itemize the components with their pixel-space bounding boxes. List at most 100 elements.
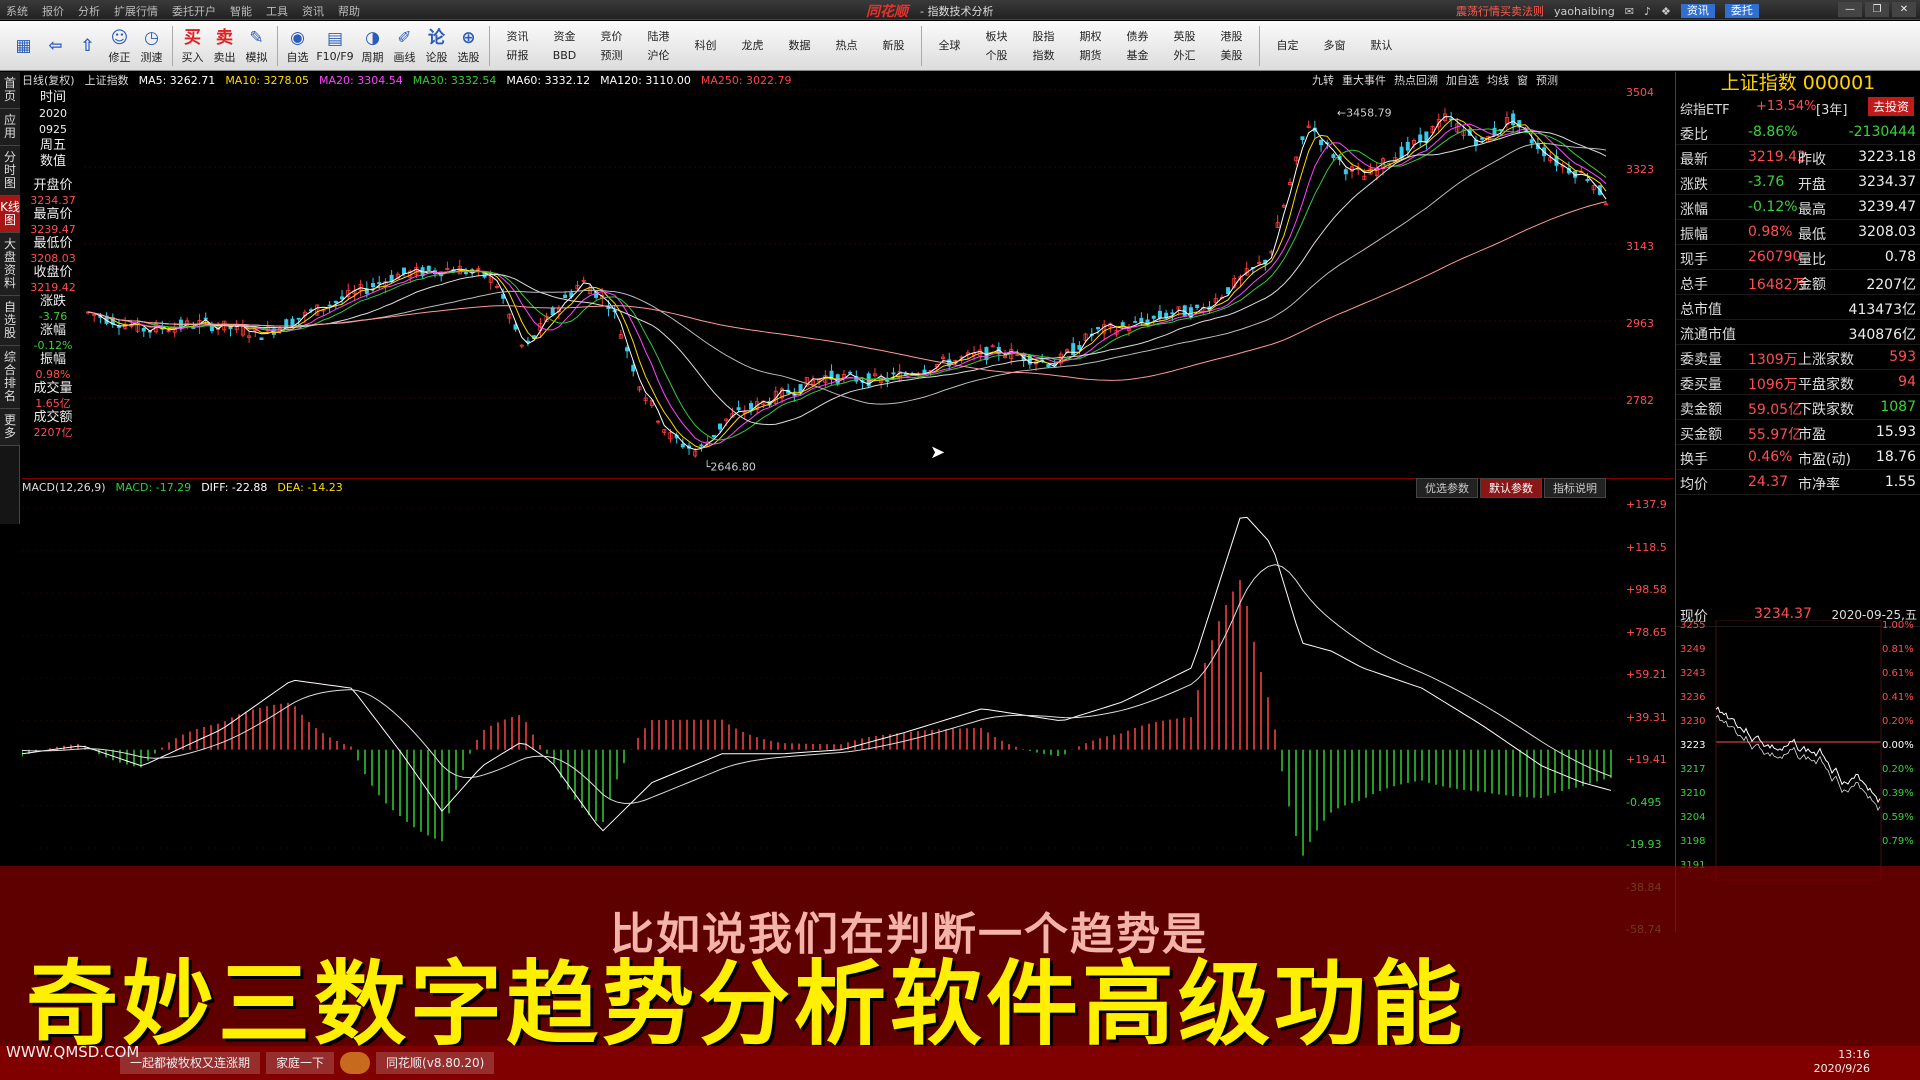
toolbar-group-bottom-1[interactable]: BBD	[553, 46, 577, 65]
toolbar-group-top-17[interactable]: 多窗	[1324, 36, 1346, 55]
toolbar-button-8[interactable]: ◉ 自选	[282, 27, 313, 65]
toolbar-group-top-7[interactable]: 热点	[836, 36, 858, 55]
bell-icon[interactable]: ♪	[1644, 5, 1651, 18]
taskbar-item-ths[interactable]: 同花顺(v8.80.20)	[376, 1052, 495, 1074]
toolbar-group-top-16[interactable]: 自定	[1277, 36, 1299, 55]
chart-tool-6[interactable]: 预测	[1536, 72, 1558, 88]
toolbar-group-17[interactable]: 多窗	[1311, 36, 1358, 55]
toolbar-group-bottom-12[interactable]: 期货	[1080, 46, 1102, 65]
toolbar-group-0[interactable]: 资讯 研报	[494, 27, 541, 65]
taskbar-item-2[interactable]: 家庭一下	[266, 1052, 335, 1074]
minimize-button[interactable]: —	[1838, 2, 1862, 17]
toolbar-group-top-14[interactable]: 英股	[1174, 27, 1196, 46]
toolbar-group-top-15[interactable]: 港股	[1221, 27, 1243, 46]
toolbar-button-11[interactable]: ✐ 画线	[389, 27, 420, 65]
toolbar-group-top-6[interactable]: 数据	[789, 36, 811, 55]
kline-chart[interactable]: ←3458.79 └2646.80	[84, 88, 1624, 478]
mail-icon[interactable]: ✉	[1625, 5, 1634, 18]
chart-tool-5[interactable]: 窗	[1517, 72, 1528, 88]
toolbar-button-9[interactable]: ▤ F10/F9	[314, 28, 356, 63]
macd-chart[interactable]	[22, 496, 1624, 926]
restore-button[interactable]: ❐	[1865, 2, 1889, 17]
toolbar-group-11[interactable]: 股指 指数	[1020, 27, 1067, 65]
toolbar-group-13[interactable]: 债券 基金	[1114, 27, 1161, 65]
toolbar-button-7[interactable]: ✎ 模拟	[241, 27, 272, 65]
toolbar-group-top-18[interactable]: 默认	[1371, 36, 1393, 55]
toolbar-group-3[interactable]: 陆港 沪伦	[635, 27, 682, 65]
menu-ext-market[interactable]: 扩展行情	[114, 3, 158, 19]
side-tab-6[interactable]: 综合排名	[0, 346, 20, 409]
toolbar-group-7[interactable]: 热点	[823, 36, 870, 55]
side-tab-2[interactable]: 分时图	[0, 146, 20, 196]
invest-button[interactable]: 去投资	[1867, 97, 1914, 116]
toolbar-group-bottom-3[interactable]: 沪伦	[648, 46, 670, 65]
side-tab-3[interactable]: K线图	[0, 196, 20, 233]
toolbar-group-4[interactable]: 科创	[682, 36, 729, 55]
toolbar-group-top-0[interactable]: 资讯	[507, 27, 529, 46]
side-tab-5[interactable]: 自选股	[0, 296, 20, 346]
toolbar-button-6[interactable]: 卖卖出	[209, 27, 240, 65]
toolbar-button-5[interactable]: 买买入	[177, 27, 208, 65]
taskbar-item-browser[interactable]: 一起都被牧权又连涨期	[120, 1052, 261, 1074]
side-tab-1[interactable]: 应用	[0, 109, 20, 146]
toolbar-group-10[interactable]: 板块 个股	[973, 27, 1020, 65]
menu-info[interactable]: 资讯	[302, 3, 324, 19]
toolbar-group-18[interactable]: 默认	[1358, 36, 1405, 55]
toolbar-group-5[interactable]: 龙虎	[729, 36, 776, 55]
menu-system[interactable]: 系统	[6, 3, 28, 19]
default-params-button[interactable]: 默认参数	[1480, 478, 1542, 498]
trade-button[interactable]: 委托	[1724, 4, 1759, 18]
toolbar-group-top-3[interactable]: 陆港	[648, 27, 670, 46]
toolbar-button-2[interactable]: ⇧	[72, 35, 103, 57]
toolbar-button-1[interactable]: ⇦	[40, 35, 71, 57]
toolbar-group-9[interactable]: 全球	[926, 36, 973, 55]
toolbar-group-bottom-11[interactable]: 指数	[1033, 46, 1055, 65]
menu-trade[interactable]: 委托开户	[172, 3, 216, 19]
indicator-help-button[interactable]: 指标说明	[1544, 478, 1606, 498]
toolbar-group-top-5[interactable]: 龙虎	[742, 36, 764, 55]
chart-tool-2[interactable]: 热点回溯	[1394, 72, 1438, 88]
chart-tool-4[interactable]: 均线	[1487, 72, 1509, 88]
news-button[interactable]: 资讯	[1680, 4, 1715, 18]
toolbar-group-15[interactable]: 港股 美股	[1208, 27, 1255, 65]
side-tab-4[interactable]: 大盘资料	[0, 233, 20, 296]
menu-smart[interactable]: 智能	[230, 3, 252, 19]
side-tab-0[interactable]: 首页	[0, 72, 20, 109]
toolbar-button-3[interactable]: ☺ 修正	[104, 27, 135, 65]
menu-analysis[interactable]: 分析	[78, 3, 100, 19]
chart-tool-0[interactable]: 九转	[1312, 72, 1334, 88]
toolbar-button-0[interactable]: ▦	[8, 35, 39, 57]
close-button[interactable]: ✕	[1892, 2, 1916, 17]
toolbar-group-bottom-15[interactable]: 美股	[1221, 46, 1243, 65]
promo-link[interactable]: 震荡行情买卖法则	[1456, 3, 1544, 19]
side-tab-7[interactable]: 更多	[0, 409, 20, 446]
chart-period[interactable]: 日线(复权)	[22, 72, 75, 88]
toolbar-group-top-1[interactable]: 资金	[554, 27, 576, 46]
toolbar-group-bottom-2[interactable]: 预测	[601, 46, 623, 65]
chart-tool-3[interactable]: 加自选	[1446, 72, 1479, 88]
toolbar-group-top-2[interactable]: 竞价	[601, 27, 623, 46]
toolbar-group-2[interactable]: 竞价 预测	[588, 27, 635, 65]
toolbar-group-top-4[interactable]: 科创	[695, 36, 717, 55]
chart-tool-1[interactable]: 重大事件	[1342, 72, 1386, 88]
toolbar-button-13[interactable]: ⊕ 选股	[453, 27, 484, 65]
menu-quote[interactable]: 报价	[42, 3, 64, 19]
toolbar-group-bottom-14[interactable]: 外汇	[1174, 46, 1196, 65]
toolbar-group-1[interactable]: 资金 BBD	[541, 27, 588, 65]
toolbar-group-6[interactable]: 数据	[776, 36, 823, 55]
toolbar-group-12[interactable]: 期权 期货	[1067, 27, 1114, 65]
toolbar-button-12[interactable]: 论论股	[421, 27, 452, 65]
optimal-params-button[interactable]: 优选参数	[1416, 478, 1478, 498]
toolbar-button-4[interactable]: ◷ 测速	[136, 27, 167, 65]
toolbar-group-8[interactable]: 新股	[870, 36, 917, 55]
toolbar-group-top-11[interactable]: 股指	[1033, 27, 1055, 46]
toolbar-group-bottom-13[interactable]: 基金	[1127, 46, 1149, 65]
toolbar-group-top-13[interactable]: 债券	[1127, 27, 1149, 46]
toolbar-group-14[interactable]: 英股 外汇	[1161, 27, 1208, 65]
gift-icon[interactable]: ❖	[1661, 5, 1671, 18]
toolbar-button-10[interactable]: ◑ 周期	[357, 27, 388, 65]
toolbar-group-bottom-10[interactable]: 个股	[986, 46, 1008, 65]
toolbar-group-bottom-0[interactable]: 研报	[507, 46, 529, 65]
taskbar-item-app-icon[interactable]	[340, 1052, 371, 1074]
toolbar-group-top-8[interactable]: 新股	[883, 36, 905, 55]
